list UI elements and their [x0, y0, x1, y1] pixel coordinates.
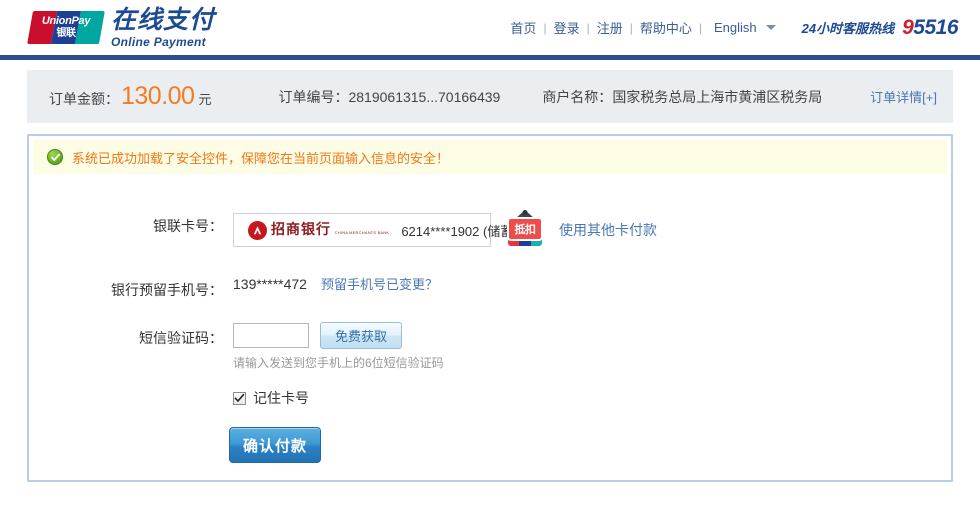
phone-value: 139*****472: [233, 276, 307, 292]
header-navigation: 首页 | 登录 | 注册 | 帮助中心 | English 24小时客服热线 9…: [503, 16, 958, 40]
order-detail-link[interactable]: 订单详情[+]: [870, 87, 937, 106]
nav-item-help-center[interactable]: 帮助中心: [633, 18, 699, 37]
order-amount-label: 订单金额：: [49, 91, 119, 107]
hotline-number: 95516: [902, 16, 958, 40]
card-row: 银联卡号： 招商银行 CHINA MERCHANTS BANK 6214****…: [33, 210, 947, 250]
order-amount-unit: 元: [198, 92, 212, 107]
order-amount-value: 130.00: [121, 82, 195, 110]
payment-panel-inner: 系统已成功加载了安全控件，保障您在当前页面输入信息的安全！ 银联卡号： 招商银行…: [32, 139, 948, 477]
cmb-bank-name-cn: 招商银行: [271, 222, 331, 238]
remember-card-row[interactable]: 记住卡号: [33, 388, 947, 408]
check-circle-icon: [47, 149, 63, 165]
card-label: 银联卡号：: [153, 218, 223, 234]
confirm-payment-button[interactable]: 确认付款: [229, 427, 321, 463]
logo-wordmark: 在线支付 Online Payment: [111, 5, 216, 49]
security-notice-bar: 系统已成功加载了安全控件，保障您在当前页面输入信息的安全！: [33, 140, 947, 174]
payment-panel: 系统已成功加载了安全控件，保障您在当前页面输入信息的安全！ 银联卡号： 招商银行…: [27, 134, 953, 482]
order-merchant-value: 国家税务总局上海市黄浦区税务局: [612, 88, 823, 105]
unionpay-mark-bottom-text: 银联: [56, 28, 76, 39]
remember-card-label: 记住卡号: [253, 390, 309, 406]
use-other-card-link[interactable]: 使用其他卡付款: [559, 220, 657, 240]
get-sms-code-button[interactable]: 免费获取: [320, 322, 403, 349]
badge-knob-shape: [522, 210, 528, 215]
sms-code-field: 免费获取: [233, 322, 403, 349]
cmb-bank-name-en: CHINA MERCHANTS BANK: [334, 230, 390, 235]
submit-row: 确认付款: [33, 427, 947, 463]
nav-item-register[interactable]: 注册: [590, 18, 630, 37]
card-field: 招商银行 CHINA MERCHANTS BANK 6214****1902 (…: [233, 210, 657, 250]
order-amount: 订单金额： 130.00 元: [49, 82, 211, 111]
cmb-bank-logo: 招商银行 CHINA MERCHANTS BANK: [248, 220, 389, 240]
chevron-down-icon: [765, 25, 776, 30]
language-selector-label: English: [713, 20, 757, 35]
sms-code-input[interactable]: [233, 323, 309, 348]
remember-card-checkbox[interactable]: [233, 391, 246, 405]
security-notice-text: 系统已成功加载了安全控件，保障您在当前页面输入信息的安全！: [72, 150, 450, 166]
unionpay-logo[interactable]: UnionPay 银联 在线支付 Online Payment: [27, 5, 216, 49]
phone-changed-link[interactable]: 预留手机号已变更？: [321, 274, 438, 293]
language-selector[interactable]: English: [702, 20, 782, 35]
order-number-value: 2819061315...70166439: [348, 88, 501, 105]
nav-item-home[interactable]: 首页: [503, 18, 543, 37]
cmb-mountain-icon: [248, 220, 267, 240]
unionpay-mark-icon: UnionPay 银联: [27, 11, 105, 44]
header-divider: [0, 55, 980, 60]
selected-card-box[interactable]: 招商银行 CHINA MERCHANTS BANK 6214****1902 (…: [233, 213, 531, 247]
sms-code-hint: 请输入发送到您手机上的6位短信验证码: [233, 356, 444, 370]
order-merchant-label: 商户名称：: [542, 88, 613, 105]
phone-row: 银行预留手机号： 139*****472 预留手机号已变更？: [33, 274, 947, 300]
sms-code-row: 短信验证码： 免费获取: [33, 322, 947, 349]
hotline-number-rest: 5516: [913, 15, 958, 39]
page-header: UnionPay 银联 在线支付 Online Payment 首页 | 登录 …: [0, 0, 980, 55]
order-summary-bar: 订单金额： 130.00 元 订单编号：2819061315...7016643…: [27, 70, 953, 123]
phone-label: 银行预留手机号：: [111, 282, 223, 298]
hotline-label: 24小时客服热线: [801, 21, 895, 36]
order-number-label: 订单编号：: [278, 88, 349, 105]
payment-form: 银联卡号： 招商银行 CHINA MERCHANTS BANK 6214****…: [33, 174, 947, 463]
order-number: 订单编号：2819061315...70166439: [278, 87, 500, 107]
cmb-bank-wordmark: 招商银行 CHINA MERCHANTS BANK: [271, 223, 389, 237]
order-merchant: 商户名称：国家税务总局上海市黄浦区税务局: [542, 87, 822, 107]
logo-title-en: Online Payment: [111, 34, 206, 49]
hotline-number-prefix: 9: [902, 15, 914, 39]
phone-field: 139*****472 预留手机号已变更？: [233, 274, 438, 293]
sms-code-label: 短信验证码：: [139, 330, 223, 346]
unionpay-mark-top-text: UnionPay: [41, 15, 91, 27]
nav-item-login[interactable]: 登录: [547, 18, 587, 37]
discount-badge-icon: 抵扣: [507, 210, 543, 250]
logo-title-cn: 在线支付: [111, 5, 216, 34]
discount-badge-label: 抵扣: [507, 217, 543, 241]
